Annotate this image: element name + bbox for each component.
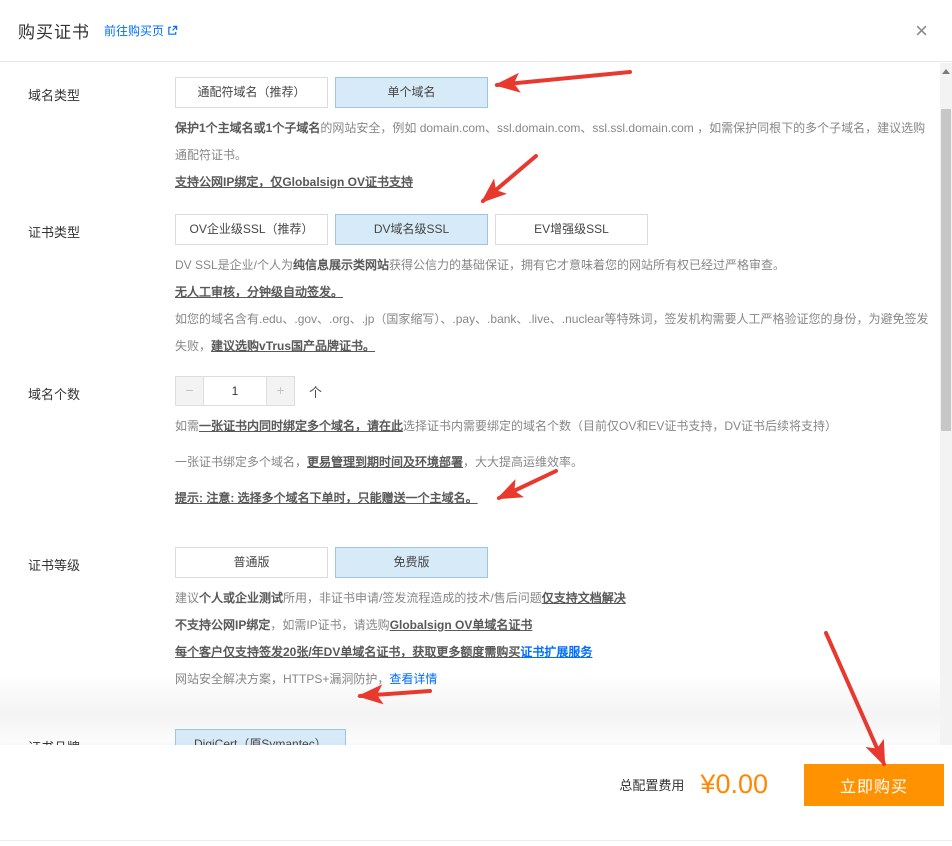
text-segment: 更易管理到期时间及环境部署 (307, 455, 463, 469)
text-segment: 选择证书内需要绑定的域名个数（目前仅OV和EV证书支持，DV证书后续将支持） (403, 419, 837, 433)
option-dv-ssl[interactable]: DV域名级SSL (335, 214, 488, 245)
buy-now-button[interactable]: 立即购买 (804, 764, 944, 806)
option-wildcard-domain[interactable]: 通配符域名（推荐） (175, 77, 328, 108)
domain-count-stepper: − + (175, 376, 295, 406)
description-line: 每个客户仅支持签发20张/年DV单域名证书，获取更多额度需购买证书扩展服务 (175, 639, 935, 666)
row-domain-count: 域名个数 − + 个 如需一张证书内同时绑定多个域名，请在此选择证书内需要绑定的… (28, 376, 940, 521)
description-line: 支持公网IP绑定，仅Globalsign OV证书支持 (175, 169, 935, 196)
stepper-minus-button[interactable]: − (176, 377, 204, 405)
text-segment: 所用，非证书申请/签发流程造成的技术/售后问题 (283, 591, 542, 605)
domain-count-description: 如需一张证书内同时绑定多个域名，请在此选择证书内需要绑定的域名个数（目前仅OV和… (175, 413, 935, 512)
scrollbar-thumb[interactable] (941, 109, 951, 431)
option-ev-ssl[interactable]: EV增强级SSL (495, 214, 648, 245)
dialog-body: 域名类型 通配符域名（推荐） 单个域名 保护1个主域名或1个子域名的网站安全，例… (0, 62, 952, 803)
row-cert-level: 证书等级 普通版 免费版 建议个人或企业测试所用，非证书申请/签发流程造成的技术… (28, 547, 940, 693)
external-link-icon (167, 25, 178, 36)
total-price: ¥0.00 (700, 769, 768, 800)
description-line: 建议个人或企业测试所用，非证书申请/签发流程造成的技术/售后问题仅支持文档解决 (175, 585, 935, 612)
description-line: 如需一张证书内同时绑定多个域名，请在此选择证书内需要绑定的域名个数（目前仅OV和… (175, 413, 935, 440)
cert-level-options: 普通版 免费版 (175, 547, 935, 578)
text-segment: 建议 (175, 591, 199, 605)
text-segment: 建议选购vTrus国产品牌证书。 (211, 339, 375, 353)
cert-type-options: OV企业级SSL（推荐） DV域名级SSL EV增强级SSL (175, 214, 935, 245)
scrollbar-up-arrow-icon[interactable] (942, 69, 950, 74)
text-segment: 个人或企业测试 (199, 591, 283, 605)
option-free-edition[interactable]: 免费版 (335, 547, 488, 578)
text-segment: 保护1个主域名或1个子域名 (175, 121, 320, 135)
text-segment: 一张证书内同时绑定多个域名，请在此 (199, 419, 403, 433)
purchase-certificate-dialog: 购买证书 前往购买页 × 域名类型 通配符域名（推荐） 单个域名 保护1个主域名… (0, 0, 952, 846)
option-single-domain[interactable]: 单个域名 (335, 77, 488, 108)
row-label: 域名个数 (28, 376, 175, 521)
text-segment: ，大大提高运维效率。 (463, 455, 583, 469)
stepper-plus-button[interactable]: + (266, 377, 294, 405)
domain-count-unit: 个 (309, 382, 322, 401)
description-line: 不支持公网IP绑定，如需IP证书，请选购Globalsign OV单域名证书 (175, 612, 935, 639)
option-ov-ssl[interactable]: OV企业级SSL（推荐） (175, 214, 328, 245)
dialog-title: 购买证书 (18, 18, 90, 43)
domain-type-description: 保护1个主域名或1个子域名的网站安全，例如 domain.com、ssl.dom… (175, 115, 935, 196)
text-segment: 不支持公网IP绑定 (175, 618, 270, 632)
text-segment: 每个客户仅支持签发20张/年DV单域名证书，获取更多额度需购买 (175, 645, 520, 659)
row-label: 证书类型 (28, 214, 175, 360)
row-label: 证书等级 (28, 547, 175, 693)
purchase-page-link-label: 前往购买页 (104, 22, 164, 39)
inline-link[interactable]: 查看详情 (389, 672, 437, 686)
inline-link[interactable]: 证书扩展服务 (520, 645, 592, 659)
go-to-purchase-page-link[interactable]: 前往购买页 (104, 22, 178, 39)
text-segment: DV SSL是企业/个人为 (175, 258, 293, 272)
row-domain-type: 域名类型 通配符域名（推荐） 单个域名 保护1个主域名或1个子域名的网站安全，例… (28, 77, 940, 196)
text-segment: 一张证书绑定多个域名， (175, 455, 307, 469)
total-fee-label: 总配置费用 (619, 775, 684, 794)
dialog-footer: 总配置费用 ¥0.00 立即购买 (0, 745, 952, 846)
domain-count-input[interactable] (204, 377, 266, 405)
row-cert-type: 证书类型 OV企业级SSL（推荐） DV域名级SSL EV增强级SSL DV S… (28, 214, 940, 360)
option-standard-edition[interactable]: 普通版 (175, 547, 328, 578)
text-segment: ，如需IP证书，请选购 (270, 618, 389, 632)
description-line: 无人工审核，分钟级自动签发。 (175, 279, 935, 306)
text-segment: 仅支持文档解决 (542, 591, 626, 605)
text-segment: 纯信息展示类网站 (293, 258, 389, 272)
dialog-header: 购买证书 前往购买页 × (0, 0, 952, 62)
close-icon[interactable]: × (911, 18, 932, 44)
text-segment: 支持公网IP绑定，仅Globalsign OV证书支持 (175, 175, 413, 189)
description-line: 网站安全解决方案，HTTPS+漏洞防护，查看详情 (175, 666, 935, 693)
description-line: 一张证书绑定多个域名，更易管理到期时间及环境部署，大大提高运维效率。 (175, 449, 935, 476)
description-line: DV SSL是企业/个人为纯信息展示类网站获得公信力的基础保证，拥有它才意味着您… (175, 252, 935, 279)
domain-type-options: 通配符域名（推荐） 单个域名 (175, 77, 935, 108)
text-segment: 无人工审核，分钟级自动签发。 (175, 285, 343, 299)
cert-level-description: 建议个人或企业测试所用，非证书申请/签发流程造成的技术/售后问题仅支持文档解决不… (175, 585, 935, 693)
text-segment: 提示: 注意: 选择多个域名下单时，只能赠送一个主域名。 (175, 491, 478, 505)
description-line: 提示: 注意: 选择多个域名下单时，只能赠送一个主域名。 (175, 485, 935, 512)
text-segment: 获得公信力的基础保证，拥有它才意味着您的网站所有权已经过严格审查。 (389, 258, 785, 272)
cert-type-description: DV SSL是企业/个人为纯信息展示类网站获得公信力的基础保证，拥有它才意味着您… (175, 252, 935, 360)
scrollbar[interactable] (940, 63, 952, 745)
text-segment: 如需 (175, 419, 199, 433)
text-segment: Globalsign OV单域名证书 (390, 618, 533, 632)
description-line: 如您的域名含有.edu、.gov、.org、.jp（国家缩写）、.pay、.ba… (175, 306, 935, 360)
description-line: 保护1个主域名或1个子域名的网站安全，例如 domain.com、ssl.dom… (175, 115, 935, 169)
row-label: 域名类型 (28, 77, 175, 196)
text-segment: 网站安全解决方案，HTTPS+漏洞防护， (175, 672, 389, 686)
